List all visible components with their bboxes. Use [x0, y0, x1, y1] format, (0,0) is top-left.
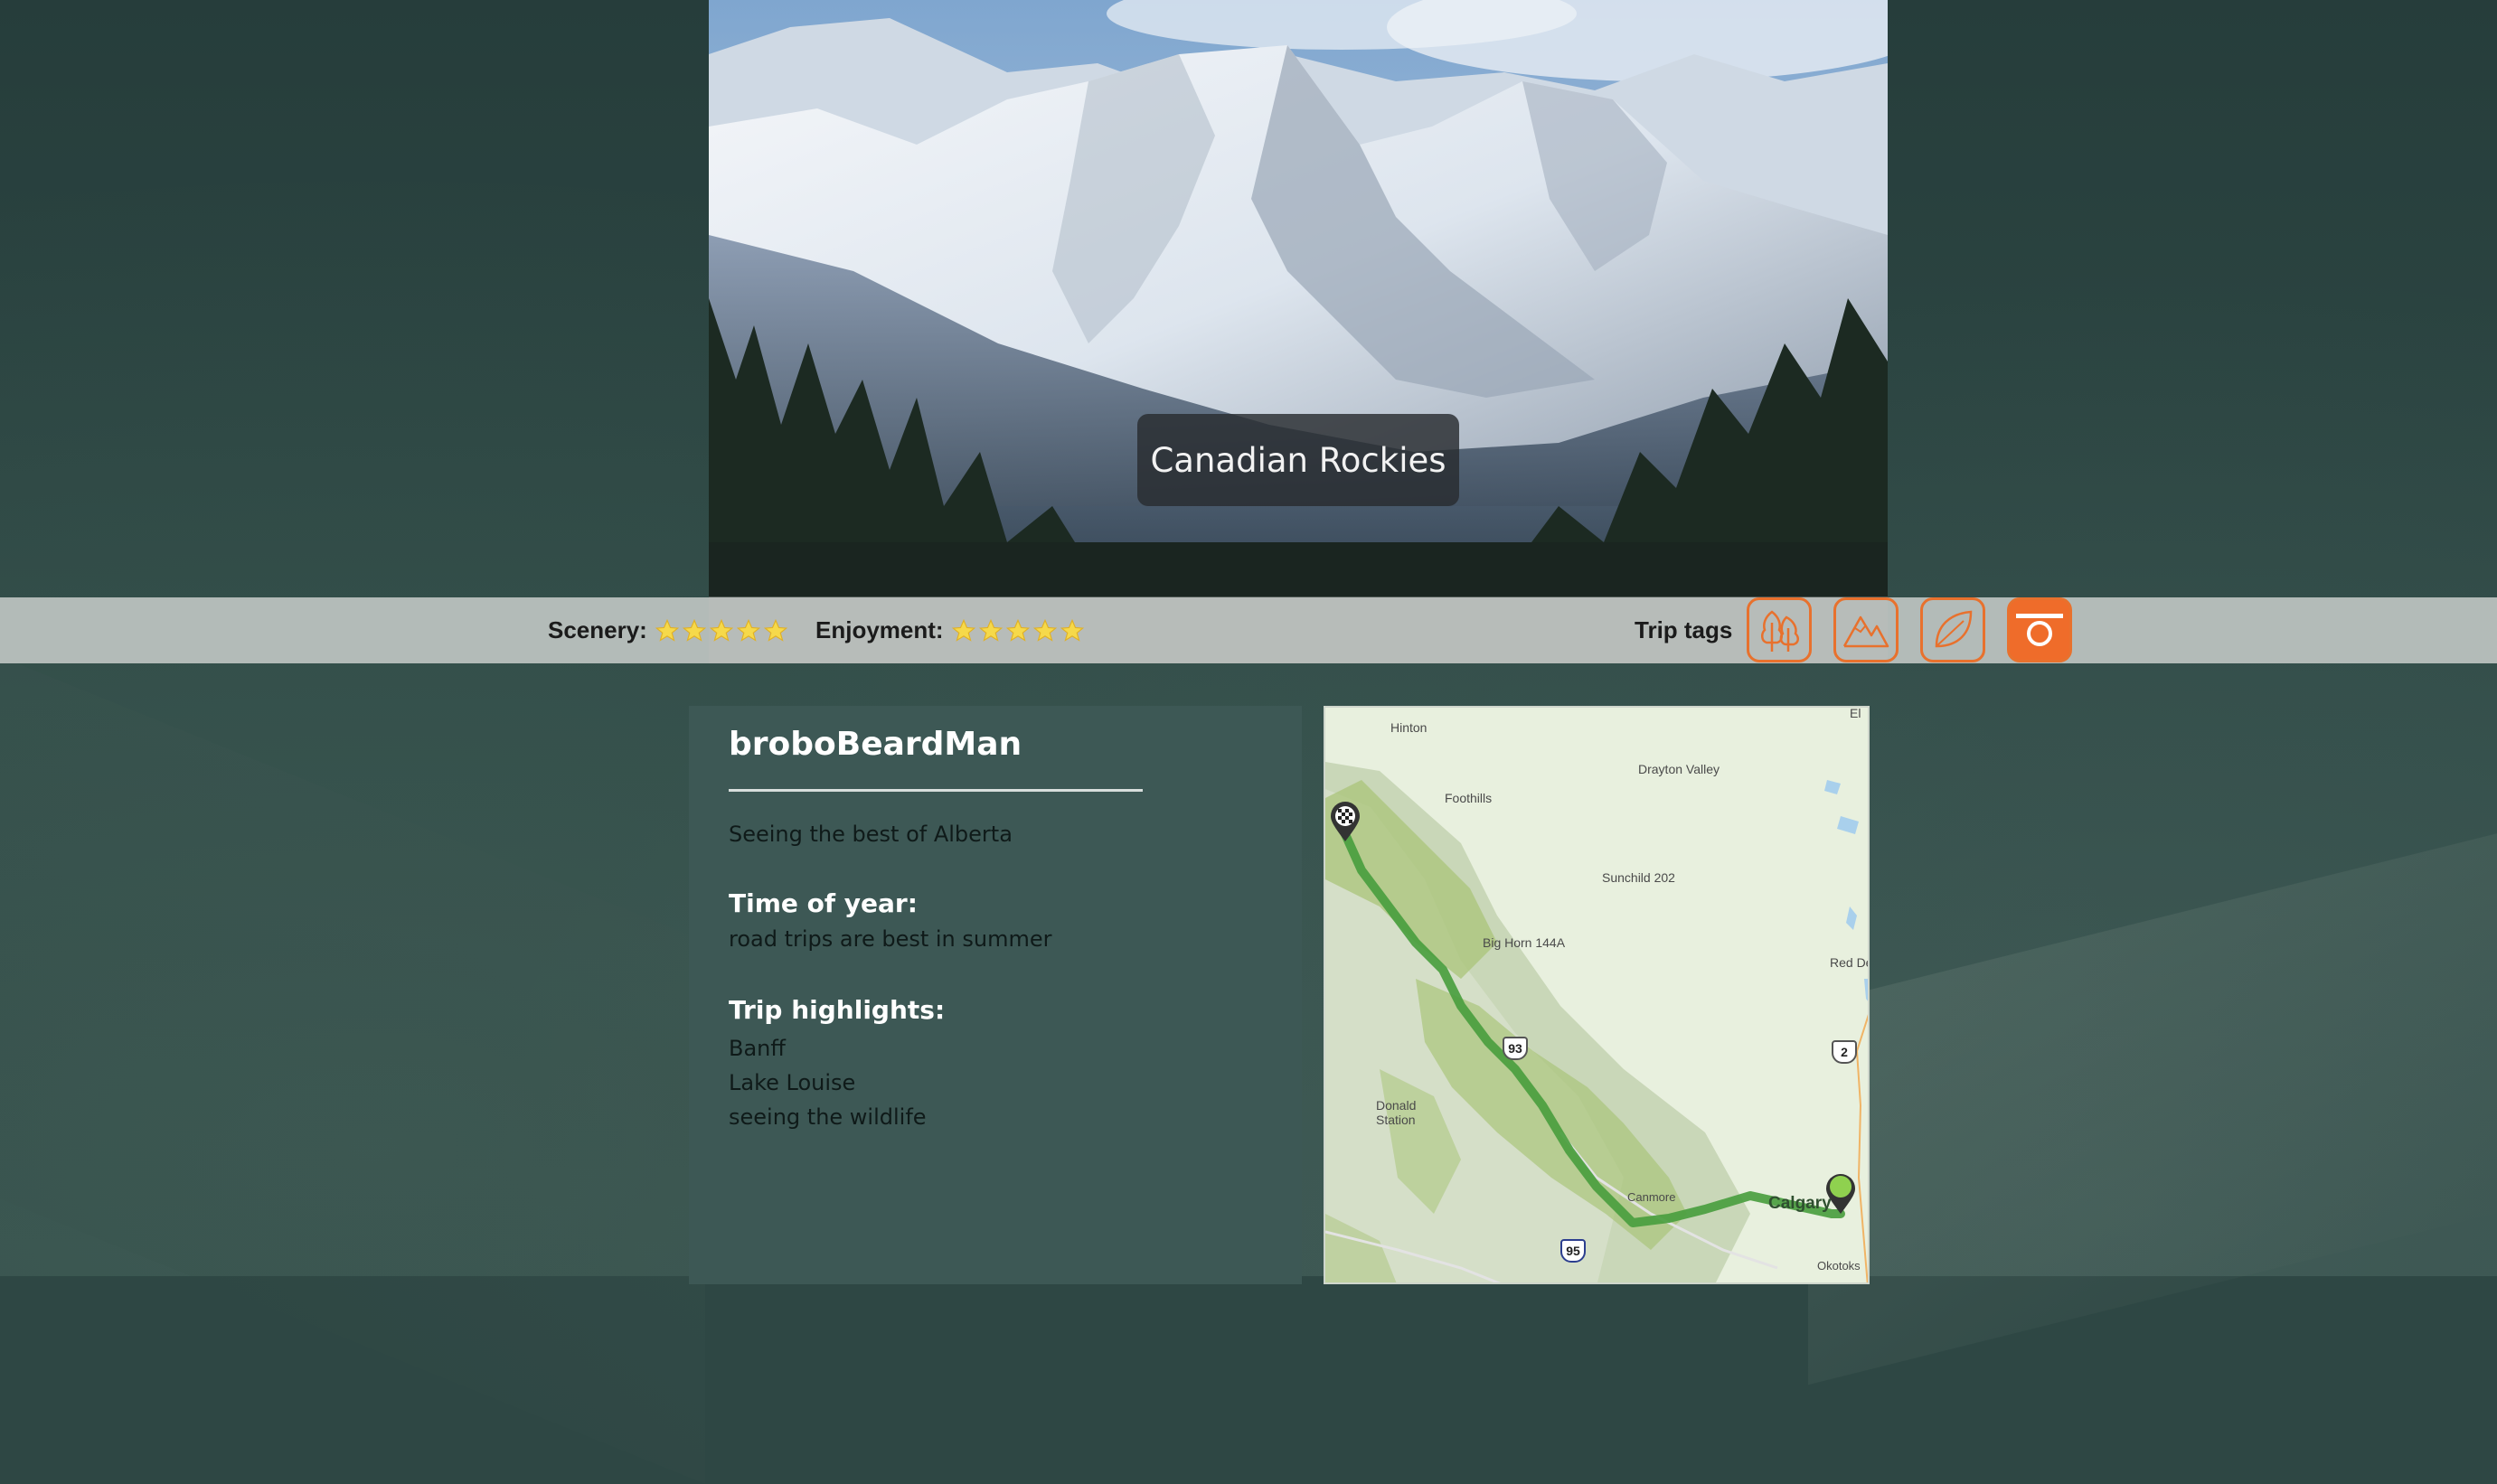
star-icon: [655, 618, 680, 642]
highlight-item: Banff: [729, 1036, 786, 1061]
star-icon: [1032, 618, 1057, 642]
enjoyment-label: Enjoyment:: [815, 616, 944, 643]
map-label-okotoks: Okotoks: [1817, 1259, 1861, 1273]
highway-93-shield: 93: [1503, 1037, 1528, 1060]
trip-title: Canadian Rockies: [1137, 414, 1459, 506]
ratings-strip: Scenery: Enjoyment: Trip tags: [0, 597, 2497, 663]
highlights-heading: Trip highlights:: [729, 995, 946, 1025]
star-icon: [1060, 618, 1084, 642]
highlight-item: Lake Louise: [729, 1070, 856, 1095]
tag-mountains[interactable]: [1833, 597, 1899, 662]
mountain-illustration: [709, 0, 1888, 663]
star-icon: [682, 618, 707, 642]
scenery-stars: [655, 618, 790, 643]
time-of-year-heading: Time of year:: [729, 888, 918, 918]
star-icon: [736, 618, 761, 642]
map-label-red-deer: Red Dee: [1830, 955, 1868, 970]
highway-2-shield: 2: [1832, 1040, 1857, 1064]
enjoyment-stars: [951, 618, 1087, 643]
map-label-canmore: Canmore: [1627, 1190, 1676, 1204]
camera-icon: [2016, 614, 2063, 646]
map-label-calgary: Calgary: [1768, 1194, 1832, 1213]
hero-image: Canadian Rockies: [709, 0, 1888, 663]
leaf-icon: [1935, 610, 1973, 648]
tag-forest[interactable]: [1747, 597, 1812, 662]
map-label-edge: El: [1850, 706, 1861, 720]
trip-info-card: broboBeardMan Seeing the best of Alberta…: [689, 706, 1302, 1284]
author-name[interactable]: broboBeardMan: [729, 726, 1022, 763]
map-label-foothills: Foothills: [1445, 791, 1493, 805]
time-of-year-value: road trips are best in summer: [729, 926, 1052, 952]
star-icon: [1005, 618, 1030, 642]
map-label-big-horn: Big Horn 144A: [1483, 935, 1566, 950]
enjoyment-rating: Enjoyment:: [815, 597, 1087, 663]
title-divider: [729, 789, 1143, 792]
highlights-list: Banff Lake Louise seeing the wildlife: [729, 1031, 927, 1134]
trip-description: Seeing the best of Alberta: [729, 822, 1013, 847]
scenery-label: Scenery:: [548, 616, 647, 643]
trip-tags-label: Trip tags: [1635, 616, 1733, 643]
map-label-donald-station: Donald Station: [1376, 1098, 1417, 1127]
forest-icon: [1761, 610, 1799, 652]
star-icon: [978, 618, 1003, 642]
map-label-hinton: Hinton: [1390, 720, 1428, 735]
highlight-item: seeing the wildlife: [729, 1104, 927, 1130]
star-icon: [709, 618, 734, 642]
map-label-sunchild: Sunchild 202: [1602, 870, 1675, 885]
map-label-drayton-valley: Drayton Valley: [1638, 762, 1720, 776]
scenery-rating: Scenery:: [548, 597, 790, 663]
highway-95-shield: 95: [1560, 1239, 1586, 1263]
route-map[interactable]: Hinton Drayton Valley Foothills Sunchild…: [1324, 706, 1870, 1284]
star-icon: [951, 618, 975, 642]
star-icon: [763, 618, 788, 642]
tag-camera[interactable]: [2007, 597, 2072, 662]
tag-leaf[interactable]: [1920, 597, 1985, 662]
mountains-icon: [1842, 615, 1889, 648]
